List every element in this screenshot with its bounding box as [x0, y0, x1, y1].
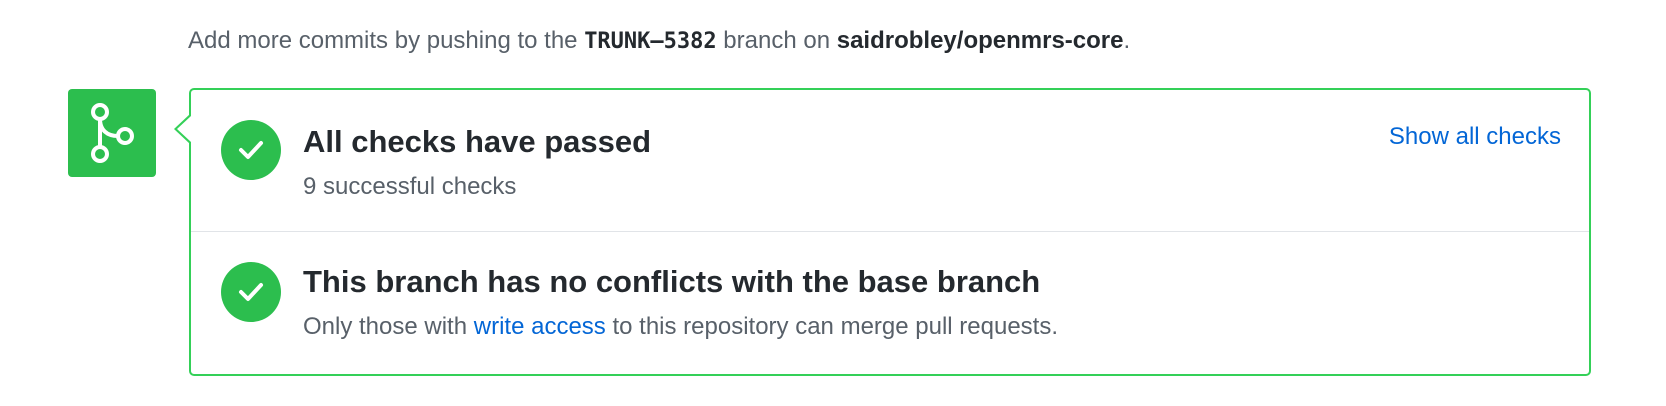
push-hint-prefix: Add more commits by pushing to the — [188, 27, 585, 54]
git-merge-icon-svg — [91, 103, 134, 163]
conflicts-subtitle-suffix: to this repository can merge pull reques… — [605, 313, 1059, 340]
write-access-link[interactable]: write access — [474, 313, 606, 340]
show-all-checks-link[interactable]: Show all checks — [1389, 120, 1561, 154]
push-hint: Add more commits by pushing to the TRUNK… — [188, 24, 1130, 59]
conflicts-subtitle-prefix: Only those with — [303, 313, 474, 340]
checks-status-item: All checks have passed 9 successful chec… — [191, 90, 1589, 232]
branch-name: TRUNK–5382 — [584, 29, 717, 54]
repo-name: saidrobley/openmrs-core — [836, 27, 1124, 54]
caret-pointer-inner — [177, 116, 191, 142]
check-icon — [221, 120, 281, 180]
checks-subtitle: 9 successful checks — [303, 173, 517, 200]
check-icon-svg — [239, 141, 263, 159]
git-merge-icon — [68, 89, 156, 177]
merge-status-box: All checks have passed 9 successful chec… — [189, 88, 1591, 376]
conflicts-status-item: This branch has no conflicts with the ba… — [191, 232, 1589, 374]
push-hint-suffix: . — [1123, 27, 1131, 54]
checks-title: All checks have passed — [303, 124, 652, 159]
push-hint-middle: branch on — [716, 27, 837, 54]
check-icon — [221, 262, 281, 322]
conflicts-title: This branch has no conflicts with the ba… — [303, 264, 1041, 299]
check-icon-svg — [239, 283, 263, 301]
conflicts-subtitle: Only those with write access to this rep… — [303, 310, 1058, 344]
